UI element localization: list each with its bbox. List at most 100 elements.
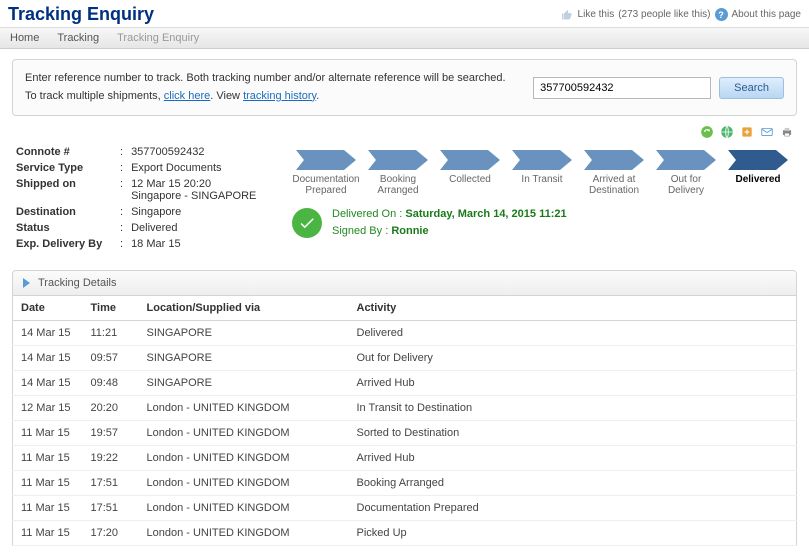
progress-step: Collected bbox=[436, 150, 504, 196]
table-row: 11 Mar 1519:57London - UNITED KINGDOMSor… bbox=[13, 421, 797, 446]
table-row: 14 Mar 1509:48SINGAPOREArrived Hub bbox=[13, 371, 797, 396]
table-row: 11 Mar 1517:51London - UNITED KINGDOMBoo… bbox=[13, 471, 797, 496]
progress-step-label: In Transit bbox=[521, 174, 562, 185]
table-cell: 11 Mar 15 bbox=[13, 521, 83, 546]
table-cell: 17:51 bbox=[83, 471, 139, 496]
status-value: Delivered bbox=[127, 220, 260, 236]
shipped-from: Singapore - SINGAPORE bbox=[131, 190, 256, 202]
signed-by-label: Signed By : bbox=[332, 225, 388, 237]
multi-shipments-link[interactable]: click here bbox=[164, 90, 210, 102]
service-label: Service Type bbox=[12, 160, 116, 176]
table-cell: 11:21 bbox=[83, 321, 139, 346]
connote-value: 357700592432 bbox=[127, 144, 260, 160]
table-cell: SINGAPORE bbox=[139, 321, 349, 346]
progress-step: Booking Arranged bbox=[364, 150, 432, 196]
table-cell: 09:48 bbox=[83, 371, 139, 396]
table-cell: 20:20 bbox=[83, 396, 139, 421]
progress-steps: Documentation PreparedBooking Arranged Co… bbox=[292, 150, 797, 196]
table-cell: London - UNITED KINGDOM bbox=[139, 496, 349, 521]
table-cell: Picked Up bbox=[349, 521, 797, 546]
table-cell: 14 Mar 15 bbox=[13, 321, 83, 346]
table-cell: Arrived Hub bbox=[349, 371, 797, 396]
expdel-value: 18 Mar 15 bbox=[127, 236, 260, 252]
expdel-label: Exp. Delivery By bbox=[12, 236, 116, 252]
progress-step-label: Documentation Prepared bbox=[292, 174, 360, 196]
info-icon[interactable]: ? bbox=[715, 8, 728, 21]
tracking-details-header[interactable]: Tracking Details bbox=[12, 270, 797, 296]
status-label: Status bbox=[12, 220, 116, 236]
table-cell: Arrived Hub bbox=[349, 446, 797, 471]
delivered-on-value: Saturday, March 14, 2015 11:21 bbox=[405, 208, 566, 220]
tracking-details-title: Tracking Details bbox=[38, 277, 116, 289]
shipped-value: 12 Mar 15 20:20 bbox=[131, 178, 211, 190]
shipped-label: Shipped on bbox=[12, 176, 116, 204]
table-row: 14 Mar 1511:21SINGAPOREDelivered bbox=[13, 321, 797, 346]
progress-step: Out for Delivery bbox=[652, 150, 720, 196]
table-cell: London - UNITED KINGDOM bbox=[139, 471, 349, 496]
thumbs-up-icon[interactable] bbox=[561, 8, 574, 21]
print-icon[interactable] bbox=[779, 124, 795, 140]
like-this-link[interactable]: Like this bbox=[578, 9, 615, 20]
breadcrumb-home[interactable]: Home bbox=[10, 32, 39, 44]
tracking-number-input[interactable] bbox=[533, 77, 711, 99]
progress-step-label: Arrived at Destination bbox=[580, 174, 648, 196]
delivered-on-label: Delivered On : bbox=[332, 208, 402, 220]
table-cell: 19:22 bbox=[83, 446, 139, 471]
table-row: 14 Mar 1509:57SINGAPOREOut for Delivery bbox=[13, 346, 797, 371]
connote-label: Connote # bbox=[12, 144, 116, 160]
signed-by-value: Ronnie bbox=[391, 225, 428, 237]
table-cell: 14 Mar 15 bbox=[13, 346, 83, 371]
col-time: Time bbox=[83, 296, 139, 321]
table-cell: London - UNITED KINGDOM bbox=[139, 396, 349, 421]
breadcrumb-tracking[interactable]: Tracking bbox=[57, 32, 99, 44]
table-row: 12 Mar 1520:20London - UNITED KINGDOMIn … bbox=[13, 396, 797, 421]
tracking-history-link[interactable]: tracking history bbox=[243, 90, 316, 102]
table-row: 11 Mar 1519:22London - UNITED KINGDOMArr… bbox=[13, 446, 797, 471]
progress-step-label: Booking Arranged bbox=[364, 174, 432, 196]
globe-icon[interactable] bbox=[719, 124, 735, 140]
search-panel: Enter reference number to track. Both tr… bbox=[12, 59, 797, 116]
breadcrumb: Home Tracking Tracking Enquiry bbox=[0, 27, 809, 49]
table-cell: In Transit to Destination bbox=[349, 396, 797, 421]
table-cell: Booking Arranged bbox=[349, 471, 797, 496]
expand-icon bbox=[23, 278, 30, 288]
table-cell: 17:51 bbox=[83, 496, 139, 521]
email-icon[interactable] bbox=[759, 124, 775, 140]
table-row: 11 Mar 1517:51London - UNITED KINGDOMDoc… bbox=[13, 496, 797, 521]
col-date: Date bbox=[13, 296, 83, 321]
table-cell: 12 Mar 15 bbox=[13, 396, 83, 421]
destination-label: Destination bbox=[12, 204, 116, 220]
page-title: Tracking Enquiry bbox=[8, 4, 154, 25]
search-help-line2a: To track multiple shipments, bbox=[25, 90, 164, 102]
table-cell: London - UNITED KINGDOM bbox=[139, 446, 349, 471]
search-button[interactable]: Search bbox=[719, 77, 784, 99]
destination-value: Singapore bbox=[127, 204, 260, 220]
col-activity: Activity bbox=[349, 296, 797, 321]
table-row: 11 Mar 1517:20London - UNITED KINGDOMPic… bbox=[13, 521, 797, 546]
col-location: Location/Supplied via bbox=[139, 296, 349, 321]
progress-step-label: Collected bbox=[449, 174, 491, 185]
search-help-line2c: . bbox=[316, 90, 319, 102]
refresh-icon[interactable] bbox=[699, 124, 715, 140]
about-page-link[interactable]: About this page bbox=[732, 9, 802, 20]
check-circle-icon bbox=[292, 208, 322, 238]
progress-step: Arrived at Destination bbox=[580, 150, 648, 196]
table-cell: 11 Mar 15 bbox=[13, 496, 83, 521]
like-count: (273 people like this) bbox=[618, 9, 710, 20]
table-cell: 14 Mar 15 bbox=[13, 371, 83, 396]
table-cell: 11 Mar 15 bbox=[13, 446, 83, 471]
progress-step-label: Out for Delivery bbox=[652, 174, 720, 196]
breadcrumb-current: Tracking Enquiry bbox=[117, 32, 199, 44]
service-value: Export Documents bbox=[127, 160, 260, 176]
search-help-line1: Enter reference number to track. Both tr… bbox=[25, 70, 506, 88]
progress-step: Delivered bbox=[724, 150, 792, 196]
table-cell: London - UNITED KINGDOM bbox=[139, 521, 349, 546]
progress-step: In Transit bbox=[508, 150, 576, 196]
export-icon[interactable] bbox=[739, 124, 755, 140]
shipment-meta: Connote #:357700592432 Service Type:Expo… bbox=[12, 144, 292, 252]
table-cell: 17:20 bbox=[83, 521, 139, 546]
table-cell: 11 Mar 15 bbox=[13, 471, 83, 496]
table-cell: SINGAPORE bbox=[139, 371, 349, 396]
table-cell: 09:57 bbox=[83, 346, 139, 371]
table-cell: 19:57 bbox=[83, 421, 139, 446]
